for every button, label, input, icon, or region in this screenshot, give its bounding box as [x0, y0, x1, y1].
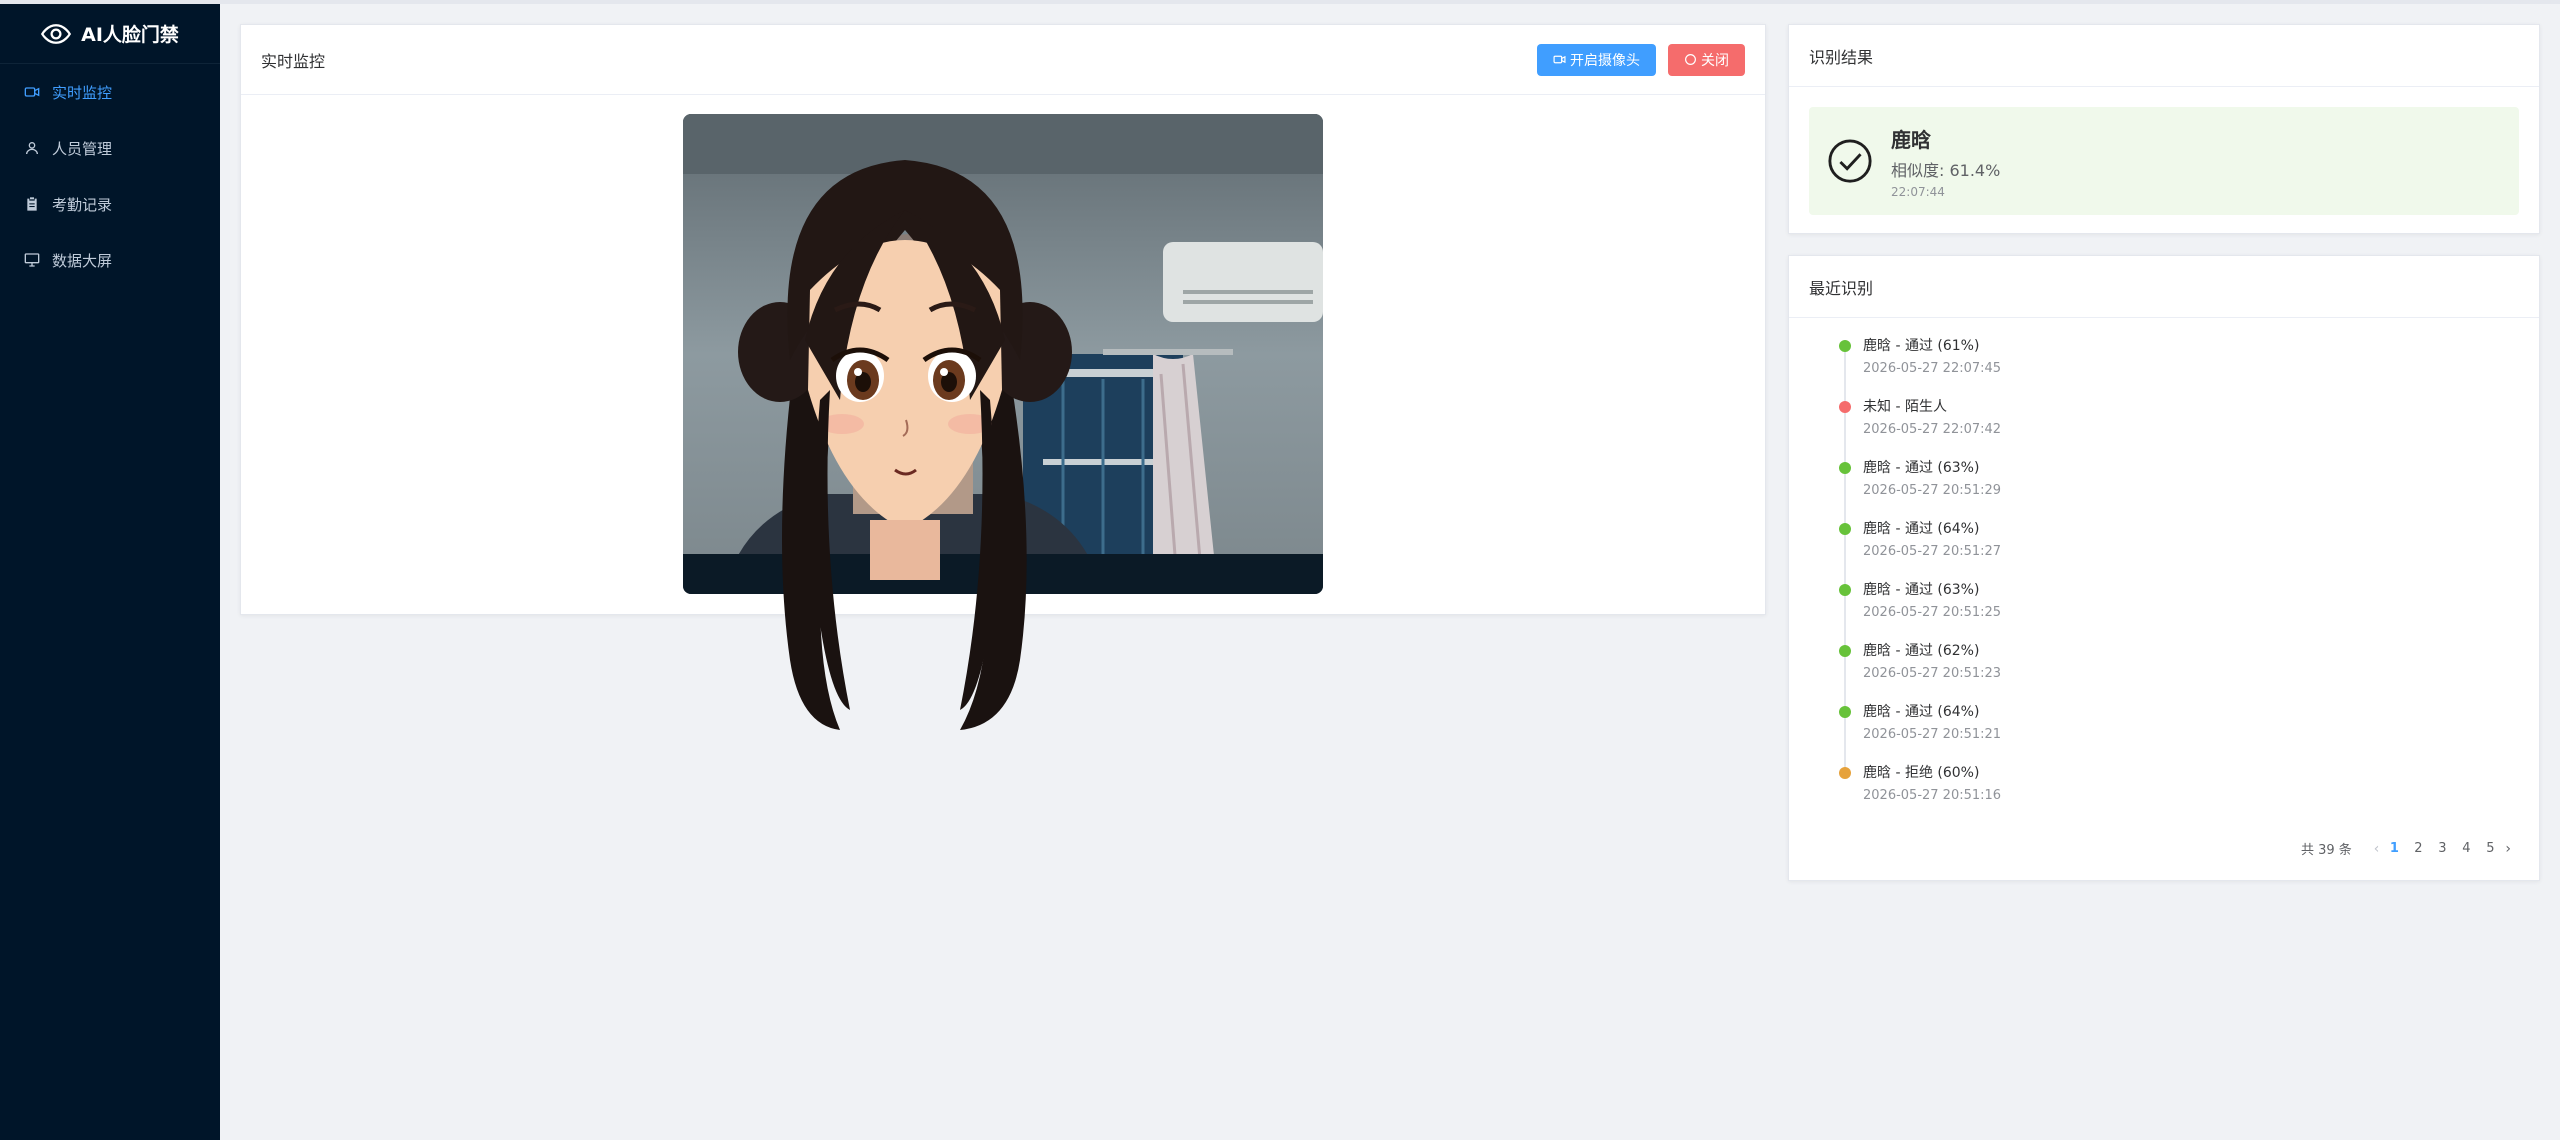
sidebar-item-attendance[interactable]: 考勤记录 — [0, 176, 220, 232]
close-camera-button[interactable]: 关闭 — [1668, 43, 1745, 76]
eye-icon — [41, 23, 72, 44]
sidebar-item-label: 人员管理 — [52, 139, 113, 158]
app-title: AI人脸门禁 — [81, 24, 179, 46]
video-camera-icon — [24, 87, 40, 97]
timeline-item: 鹿晗 - 拒绝 (60%) 2026-05-27 20:51:16 — [1839, 763, 2479, 824]
timeline-item: 鹿晗 - 通过 (64%) 2026-05-27 20:51:21 — [1839, 702, 2479, 773]
page-number-4[interactable]: 4 — [2457, 841, 2475, 856]
user-icon — [26, 142, 38, 155]
timeline-item: 鹿晗 - 通过 (63%) 2026-05-27 20:51:25 — [1839, 580, 2479, 651]
avatar-overlay — [738, 160, 1072, 730]
timeline-item-title: 鹿晗 - 拒绝 (60%) — [1863, 765, 1980, 781]
sidebar-item-label: 数据大屏 — [52, 251, 113, 270]
page-number-5[interactable]: 5 — [2481, 841, 2499, 856]
result-card: 识别结果 鹿晗 相似度: 61.4% 22:07:44 — [1788, 24, 2540, 234]
result-card-header: 识别结果 — [1789, 25, 2539, 87]
timeline-item-time: 2026-05-27 20:51:21 — [1863, 727, 2002, 742]
timeline-item: 鹿晗 - 通过 (64%) 2026-05-27 20:51:27 — [1839, 519, 2479, 590]
timeline-dot — [1839, 584, 1851, 596]
result-box: 鹿晗 相似度: 61.4% 22:07:44 — [1809, 107, 2519, 215]
result-card-title: 识别结果 — [1809, 47, 1874, 67]
timeline-item-title: 鹿晗 - 通过 (63%) — [1863, 460, 1980, 476]
recent-card-title: 最近识别 — [1809, 278, 1874, 298]
timeline-item-time: 2026-05-27 20:51:25 — [1863, 605, 2002, 620]
page-number-2[interactable]: 2 — [2409, 841, 2427, 856]
timeline-item: 鹿晗 - 通过 (63%) 2026-05-27 20:51:29 — [1839, 458, 2479, 529]
prev-page-button[interactable]: ‹ — [2374, 841, 2380, 857]
close-circle-icon — [1685, 54, 1696, 65]
monitor-title: 实时监控 — [261, 51, 326, 71]
timeline-item-title: 鹿晗 - 通过 (61%) — [1863, 338, 1980, 354]
timeline-item-time: 2026-05-27 22:07:45 — [1863, 361, 2002, 376]
timeline-item-time: 2026-05-27 20:51:23 — [1863, 666, 2002, 681]
close-camera-label: 关闭 — [1701, 52, 1729, 69]
timeline-item-time: 2026-05-27 20:51:16 — [1863, 788, 2002, 803]
next-page-button[interactable]: › — [2505, 841, 2511, 857]
pagination-total: 共 39 条 — [2300, 843, 2352, 858]
timeline-item-title: 未知 - 陌生人 — [1863, 399, 1947, 415]
sidebar-item-dashboard[interactable]: 数据大屏 — [0, 232, 220, 288]
sidebar-item-monitor[interactable]: 实时监控 — [0, 64, 220, 120]
timeline-item-time: 2026-05-27 20:51:27 — [1863, 544, 2002, 559]
timeline-item-title: 鹿晗 - 通过 (63%) — [1863, 582, 1980, 598]
timeline-dot — [1839, 706, 1851, 718]
recent-card-header: 最近识别 — [1789, 256, 2539, 318]
sidebar: AI人脸门禁 实时监控 人员管理 考勤记录 数据大屏 — [0, 4, 220, 1140]
timeline-dot — [1839, 645, 1851, 657]
sidebar-item-label: 考勤记录 — [52, 195, 113, 214]
app-logo: AI人脸门禁 — [0, 4, 220, 64]
timeline-item-title: 鹿晗 - 通过 (64%) — [1863, 704, 1980, 720]
open-camera-label: 开启摄像头 — [1570, 52, 1640, 69]
result-info: 鹿晗 相似度: 61.4% 22:07:44 — [1891, 124, 2000, 199]
result-time: 22:07:44 — [1891, 184, 1945, 199]
timeline-item-title: 鹿晗 - 通过 (64%) — [1863, 521, 1980, 537]
page-number-3[interactable]: 3 — [2433, 841, 2451, 856]
page-number-1[interactable]: 1 — [2385, 841, 2403, 856]
page-numbers: 12345 — [2385, 841, 2499, 856]
timeline-item-title: 鹿晗 - 通过 (62%) — [1863, 643, 1980, 659]
timeline-dot — [1839, 523, 1851, 535]
recent-timeline: 鹿晗 - 通过 (61%) 2026-05-27 22:07:45 未知 - 陌生人… — [1839, 336, 2479, 824]
video-camera-icon — [1553, 55, 1566, 64]
timeline-dot — [1839, 767, 1851, 779]
top-strip — [0, 0, 2560, 4]
clipboard-icon — [27, 197, 37, 211]
timeline-item: 未知 - 陌生人 2026-05-27 22:07:42 — [1839, 397, 2479, 468]
sidebar-item-personnel[interactable]: 人员管理 — [0, 120, 220, 176]
timeline-dot — [1839, 340, 1851, 352]
monitor-card-header: 实时监控 开启摄像头 关闭 — [241, 25, 1765, 95]
timeline-dot — [1839, 401, 1851, 413]
timeline-item: 鹿晗 - 通过 (62%) 2026-05-27 20:51:23 — [1839, 641, 2479, 712]
timeline-item-time: 2026-05-27 22:07:42 — [1863, 422, 2002, 437]
result-name: 鹿晗 — [1891, 127, 1931, 152]
open-camera-button[interactable]: 开启摄像头 — [1537, 43, 1656, 76]
monitor-actions: 开启摄像头 关闭 — [1537, 43, 1745, 76]
pagination: 共 39 条 ‹ 12345 › — [2300, 839, 2511, 859]
recent-card: 最近识别 鹿晗 - 通过 (61%) 2026-05-27 22:07:45 未知 … — [1788, 255, 2540, 881]
result-similarity: 相似度: 61.4% — [1891, 160, 2001, 180]
timeline-item-time: 2026-05-27 20:51:29 — [1863, 483, 2002, 498]
timeline-item: 鹿晗 - 通过 (61%) 2026-05-27 22:07:45 — [1839, 336, 2479, 407]
sidebar-item-label: 实时监控 — [52, 83, 113, 102]
check-circle-icon — [1828, 139, 1872, 183]
monitor-icon — [24, 253, 40, 267]
timeline-dot — [1839, 462, 1851, 474]
air-conditioner — [1163, 242, 1323, 322]
